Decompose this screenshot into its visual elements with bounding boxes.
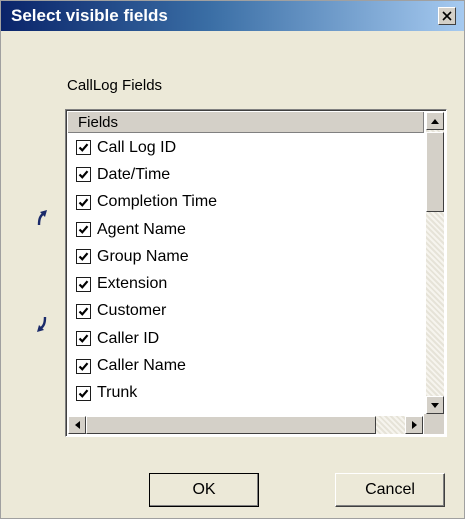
field-label: Caller ID	[97, 329, 160, 347]
field-label: Completion Time	[97, 193, 218, 211]
move-down-button[interactable]	[31, 314, 53, 336]
cancel-button[interactable]: Cancel	[335, 473, 445, 507]
arrow-down-icon	[37, 316, 47, 332]
field-checkbox[interactable]	[76, 140, 91, 156]
field-label: Extension	[97, 275, 168, 293]
list-item[interactable]: Completion Time	[68, 189, 423, 216]
scroll-up-button[interactable]	[426, 112, 444, 130]
field-checkbox[interactable]	[76, 249, 91, 265]
horizontal-scroll-thumb[interactable]	[86, 416, 376, 434]
field-label: Agent Name	[97, 220, 186, 238]
field-checkbox[interactable]	[76, 303, 91, 319]
field-label: Date/Time	[97, 165, 171, 183]
checkmark-icon	[78, 252, 89, 262]
calllog-fields-label: CallLog Fields	[67, 77, 163, 94]
checkmark-icon	[78, 280, 89, 289]
checkmark-icon	[78, 170, 89, 180]
list-item[interactable]: Call Log ID	[68, 134, 423, 161]
checkmark-icon	[78, 362, 89, 371]
field-checkbox[interactable]	[76, 194, 91, 210]
triangle-left-icon	[74, 421, 80, 429]
scroll-down-button[interactable]	[426, 396, 444, 414]
fields-list: Call Log ID Date/Time Completion Time Agent…	[68, 134, 423, 414]
field-label: Call Log ID	[97, 138, 177, 156]
field-checkbox[interactable]	[76, 385, 91, 401]
field-checkbox[interactable]	[76, 167, 91, 183]
fields-column-header[interactable]: Fields	[68, 112, 424, 133]
fields-listbox[interactable]: Fields Call Log ID Date/Time Completion Ti…	[65, 109, 447, 437]
list-item[interactable]: Extension	[68, 270, 423, 297]
title-bar[interactable]: Select visible fields	[1, 1, 464, 31]
field-checkbox[interactable]	[76, 358, 91, 374]
horizontal-scrollbar[interactable]	[68, 416, 423, 434]
move-up-button[interactable]	[31, 206, 53, 228]
field-checkbox[interactable]	[76, 222, 91, 238]
checkmark-icon	[78, 198, 89, 207]
field-label: Trunk	[97, 384, 138, 402]
checkmark-icon	[78, 389, 89, 398]
ok-button[interactable]: OK	[149, 473, 259, 507]
checkmark-icon	[78, 143, 89, 153]
list-item[interactable]: Group Name	[68, 243, 423, 270]
checkmark-icon	[78, 225, 89, 234]
list-item[interactable]: Caller ID	[68, 325, 423, 352]
fields-header-label: Fields	[78, 114, 119, 131]
field-label: Group Name	[97, 247, 189, 265]
field-checkbox[interactable]	[76, 331, 91, 347]
scroll-right-button[interactable]	[405, 416, 423, 434]
vertical-scroll-thumb[interactable]	[426, 132, 444, 212]
checkmark-icon	[78, 307, 89, 316]
select-visible-fields-dialog: Select visible fields CallLog Fields Fie…	[0, 0, 465, 519]
vertical-scrollbar[interactable]	[426, 112, 444, 414]
triangle-up-icon	[431, 118, 439, 124]
field-checkbox[interactable]	[76, 276, 91, 292]
field-label: Customer	[97, 302, 167, 320]
list-item[interactable]: Date/Time	[68, 161, 423, 188]
dialog-title: Select visible fields	[11, 6, 168, 25]
scrollbar-corner	[424, 414, 444, 434]
close-button[interactable]	[438, 7, 456, 25]
arrow-up-icon	[37, 210, 47, 226]
scroll-left-button[interactable]	[68, 416, 86, 434]
triangle-right-icon	[411, 421, 417, 429]
triangle-down-icon	[431, 402, 439, 408]
list-item[interactable]: Customer	[68, 298, 423, 325]
list-item[interactable]: Agent Name	[68, 216, 423, 243]
close-icon	[442, 11, 452, 21]
checkmark-icon	[78, 334, 89, 344]
list-item[interactable]: Trunk	[68, 380, 423, 407]
field-label: Caller Name	[97, 357, 186, 375]
list-item[interactable]: Caller Name	[68, 352, 423, 379]
